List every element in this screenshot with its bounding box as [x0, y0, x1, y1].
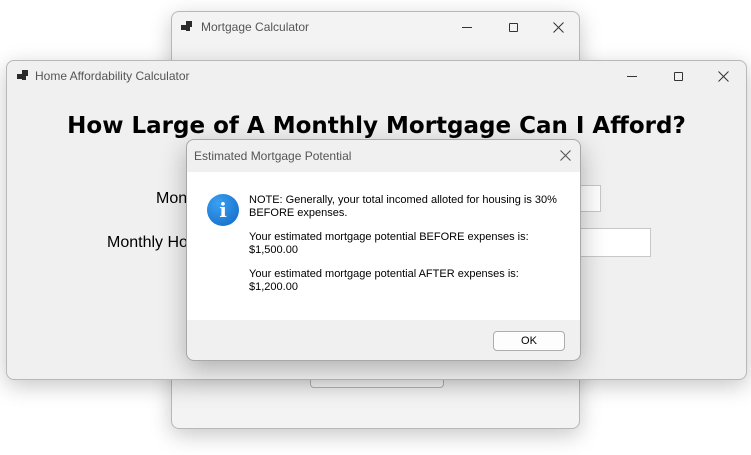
maximize-icon — [508, 22, 518, 32]
window-title: Home Affordability Calculator — [35, 69, 190, 83]
dialog-title: Estimated Mortgage Potential — [194, 149, 352, 163]
maximize-button[interactable] — [655, 61, 701, 91]
dialog-close-button[interactable] — [554, 144, 576, 166]
estimated-mortgage-dialog: Estimated Mortgage Potential i NOTE: Gen… — [186, 139, 581, 361]
title-bar[interactable]: Home Affordability Calculator — [7, 61, 746, 91]
app-icon — [181, 21, 193, 33]
maximize-icon — [673, 71, 683, 81]
minimize-icon — [462, 26, 472, 28]
close-button[interactable] — [700, 61, 746, 91]
monthly-housing-label: Monthly Ho — [107, 234, 188, 251]
ok-button[interactable]: OK — [493, 331, 565, 351]
close-icon — [717, 70, 729, 82]
monthly-income-label: Mon — [156, 190, 188, 207]
note-message: NOTE: Generally, your total incomed allo… — [249, 194, 557, 219]
title-bar[interactable]: Mortgage Calculator — [172, 12, 579, 42]
minimize-icon — [627, 75, 637, 77]
window-title: Mortgage Calculator — [201, 20, 310, 34]
info-icon: i — [207, 194, 239, 226]
before-expenses-message: Your estimated mortgage potential BEFORE… — [249, 231, 529, 256]
app-icon — [17, 70, 29, 82]
close-icon — [559, 149, 571, 161]
minimize-button[interactable] — [609, 61, 655, 91]
close-button[interactable] — [535, 12, 581, 42]
dialog-message: NOTE: Generally, your total incomed allo… — [249, 194, 569, 305]
after-expenses-message: Your estimated mortgage potential AFTER … — [249, 268, 519, 293]
dialog-body: i NOTE: Generally, your total incomed al… — [187, 172, 580, 320]
maximize-button[interactable] — [490, 12, 536, 42]
page-heading: How Large of A Monthly Mortgage Can I Af… — [67, 113, 686, 139]
close-icon — [552, 21, 564, 33]
minimize-button[interactable] — [444, 12, 490, 42]
